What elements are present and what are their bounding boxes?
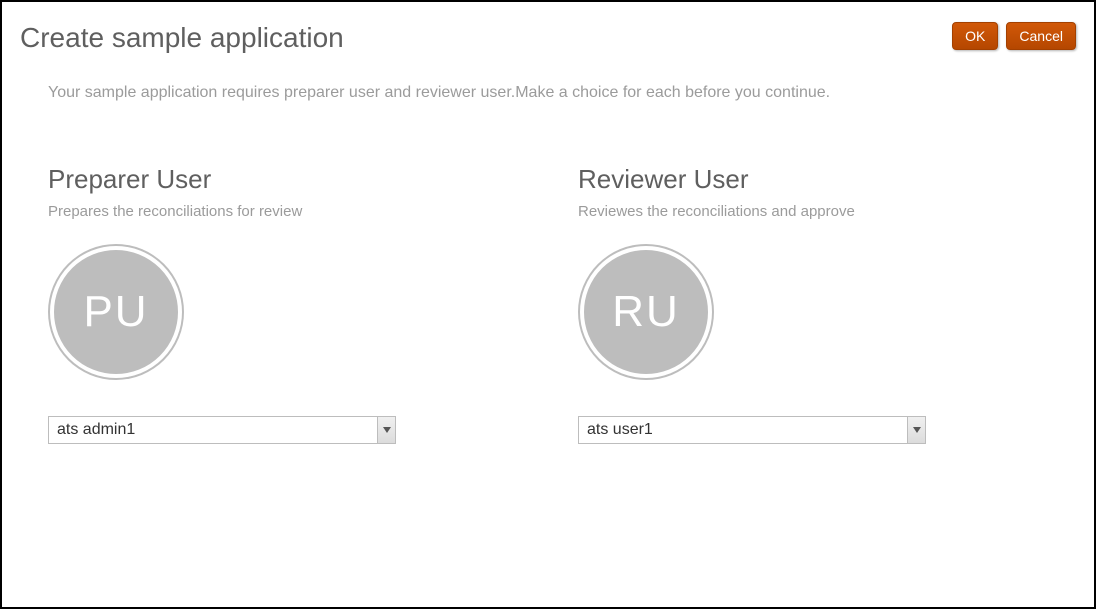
reviewer-column: Reviewer User Reviewes the reconciliatio… [578,164,1048,444]
reviewer-avatar-initials: RU [612,287,680,337]
preparer-title: Preparer User [48,164,518,195]
preparer-select-value: ats admin1 [49,421,377,439]
reviewer-select-value: ats user1 [579,421,907,439]
cancel-button[interactable]: Cancel [1006,22,1076,50]
reviewer-select[interactable]: ats user1 [578,416,926,444]
dialog-button-group: OK Cancel [952,22,1076,50]
chevron-down-icon [377,417,395,443]
preparer-select[interactable]: ats admin1 [48,416,396,444]
preparer-avatar-initials: PU [83,287,148,337]
reviewer-desc: Reviewes the reconciliations and approve [578,203,1048,220]
preparer-column: Preparer User Prepares the reconciliatio… [48,164,518,444]
preparer-desc: Prepares the reconciliations for review [48,203,518,220]
ok-button[interactable]: OK [952,22,998,50]
page-title: Create sample application [20,22,344,54]
chevron-down-icon [907,417,925,443]
reviewer-avatar: RU [580,246,712,378]
preparer-avatar: PU [50,246,182,378]
reviewer-title: Reviewer User [578,164,1048,195]
intro-text: Your sample application requires prepare… [48,84,1076,102]
